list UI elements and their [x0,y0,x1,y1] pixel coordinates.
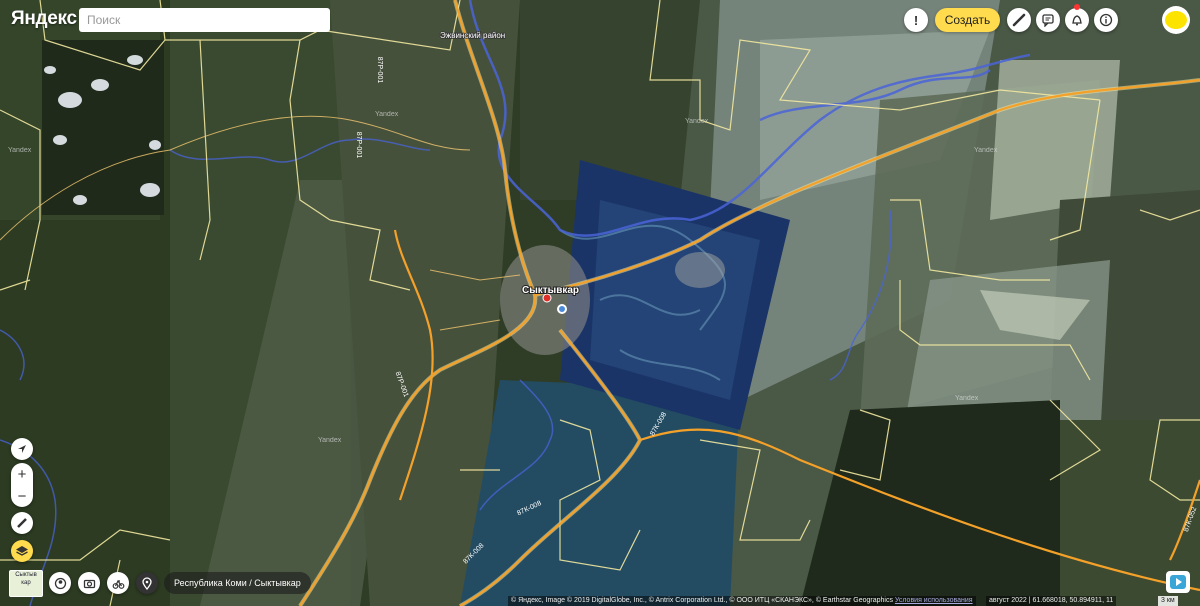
minimap-label: Сыктыв кар [15,572,37,586]
create-button[interactable]: Создать [935,8,1000,32]
watermark: Yandex [974,147,998,154]
watermark: Yandex [318,437,342,444]
attribution-text: © Яндекс, Image © 2019 DigitalGlobe, Inc… [511,597,893,604]
navigate-icon [18,445,26,453]
feedback-icon [1042,14,1054,27]
bike-button[interactable] [107,572,129,594]
district-label: Эжвинский район [440,31,505,40]
yandex-logo[interactable]: Яндекс [11,8,77,30]
alert-button[interactable]: ! [904,8,928,32]
measure-button[interactable] [11,512,33,534]
minimap[interactable]: Сыктыв кар [9,570,43,597]
camera-button[interactable] [78,572,100,594]
feedback-button[interactable] [1036,8,1060,32]
watermark: Yandex [8,147,32,154]
alert-icon: ! [913,12,919,28]
avatar[interactable] [1162,6,1190,34]
satellite-map[interactable]: 87Р-001 87Р-001 87Р-001 87К-008 87К-008 … [0,0,1200,606]
road-label: 87Р-001 [376,57,383,84]
bell-icon [1072,15,1082,26]
notification-dot [1074,4,1080,10]
search-input[interactable] [79,8,330,32]
watermark: Yandex [955,395,979,402]
pin-button[interactable] [136,572,158,594]
ruler-button[interactable] [1007,8,1031,32]
notifications-button[interactable] [1065,8,1089,32]
ruler-icon [1012,13,1026,27]
attribution: © Яндекс, Image © 2019 DigitalGlobe, Inc… [508,596,976,606]
city-label[interactable]: Сыктывкар [521,284,580,297]
zoom-control: + − [11,463,33,507]
scale-bar: 3 км [1158,596,1178,606]
region-breadcrumb[interactable]: Республика Коми / Сыктывкар [164,572,311,594]
play-icon [1170,575,1186,589]
watermark: Yandex [685,118,709,125]
bike-icon [112,579,124,589]
layers-icon [16,546,28,556]
date-coordinates: август 2022 | 61.668018, 50.894911, 11 [986,596,1117,606]
avatar-image [1165,11,1187,29]
panorama-button[interactable] [49,572,71,594]
play-button[interactable] [1166,571,1190,593]
panorama-icon [54,577,66,589]
terms-link[interactable]: Условия использования [895,597,973,604]
watermark: Yandex [375,111,399,118]
info-icon [1099,13,1113,27]
zoom-in-button[interactable]: + [11,463,33,485]
measure-icon [17,518,27,528]
info-button[interactable] [1094,8,1118,32]
navigate-button[interactable] [11,438,33,460]
road-label: 87Р-001 [355,132,362,159]
pin-icon [142,576,152,590]
camera-icon [83,579,95,588]
zoom-out-button[interactable]: − [11,485,33,507]
layers-button[interactable] [11,540,33,562]
